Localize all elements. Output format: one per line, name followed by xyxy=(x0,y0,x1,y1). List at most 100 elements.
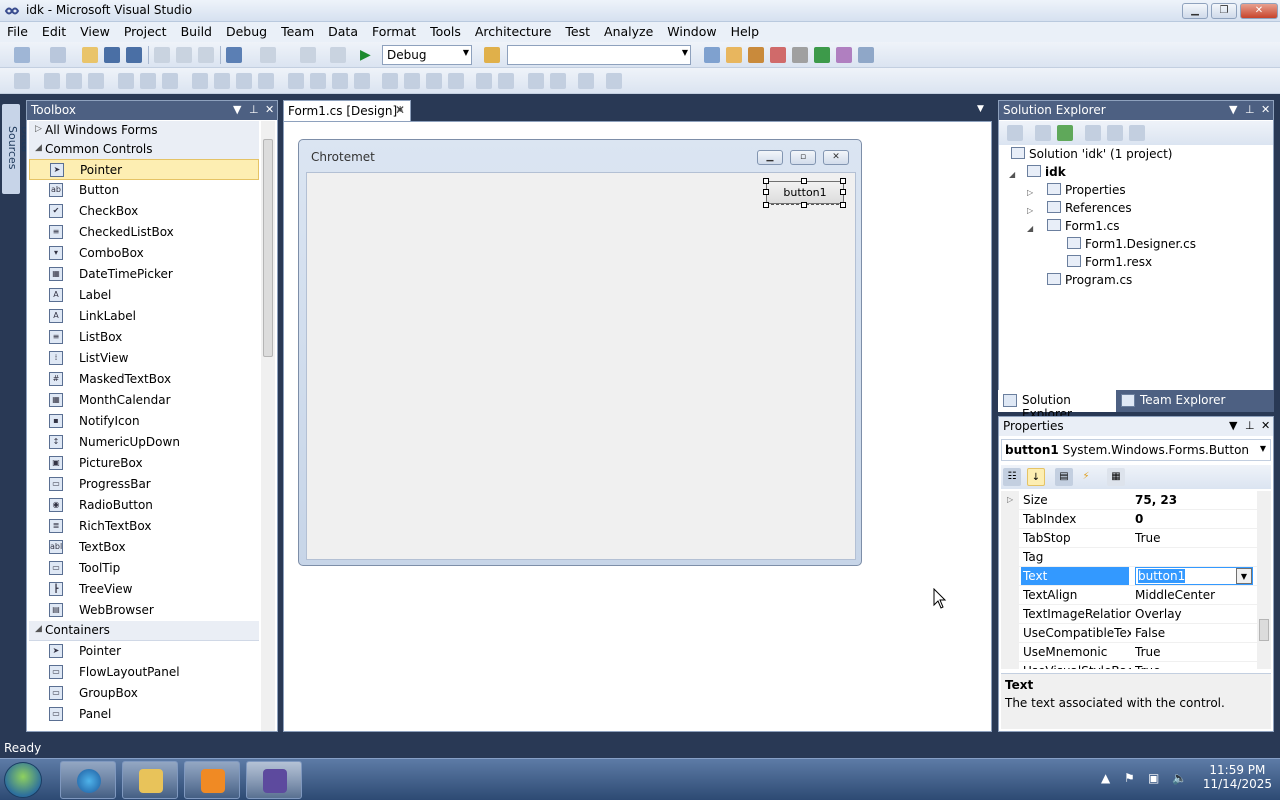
toolbox-item-maskedtextbox[interactable]: # MaskedTextBox xyxy=(29,369,259,390)
property-row-size[interactable]: ▷ Size 75, 23 xyxy=(1001,491,1257,510)
property-row-text[interactable]: Text button1 ▼ xyxy=(1001,567,1257,586)
alphabetical-icon[interactable]: ↓ xyxy=(1027,468,1045,486)
align-to-grid-icon[interactable] xyxy=(14,73,30,89)
categorized-icon[interactable]: ☷ xyxy=(1003,468,1021,486)
tree-form1-designer-cs[interactable]: Form1.Designer.cs xyxy=(1067,237,1196,251)
toolbox-item-button[interactable]: ab Button xyxy=(29,180,259,201)
toolbox-item-notifyicon[interactable]: ▪ NotifyIcon xyxy=(29,411,259,432)
menu-view[interactable]: View xyxy=(73,22,117,39)
extension-manager-icon[interactable] xyxy=(814,47,830,63)
center-vertically-icon[interactable] xyxy=(498,73,514,89)
menu-test[interactable]: Test xyxy=(558,22,597,39)
toolbox-icon[interactable] xyxy=(770,47,786,63)
taskbar-visual-studio[interactable] xyxy=(246,761,302,799)
form-client-area[interactable] xyxy=(306,172,856,560)
close-icon[interactable]: ✕ xyxy=(1261,419,1270,432)
toolbox-item-webbrowser[interactable]: ▤ WebBrowser xyxy=(29,600,259,621)
data-sources-tab[interactable]: Data Sources xyxy=(2,104,32,194)
toolbox-item-treeview[interactable]: ┣ TreeView xyxy=(29,579,259,600)
maximize-button[interactable]: ❐ xyxy=(1211,3,1237,19)
window-position-icon[interactable]: ▼ xyxy=(1229,103,1237,116)
resize-handle[interactable] xyxy=(840,202,846,208)
property-value[interactable]: MiddleCenter xyxy=(1135,588,1253,602)
window-position-icon[interactable]: ▼ xyxy=(233,103,241,116)
align-centers-icon[interactable] xyxy=(66,73,82,89)
toolbox-item-listbox[interactable]: ≡ ListBox xyxy=(29,327,259,348)
resize-handle[interactable] xyxy=(763,189,769,195)
resize-handle[interactable] xyxy=(840,178,846,184)
save-icon[interactable] xyxy=(104,47,120,63)
auto-hide-pin-icon[interactable]: ⊥ xyxy=(1245,419,1255,432)
remove-v-spacing-icon[interactable] xyxy=(448,73,464,89)
clock[interactable]: 11:59 PM 11/14/2025 xyxy=(1203,763,1272,791)
menu-team[interactable]: Team xyxy=(274,22,321,39)
toolbox-item-checkedlistbox[interactable]: ≡ CheckedListBox xyxy=(29,222,259,243)
view-code-icon[interactable] xyxy=(1085,125,1101,141)
property-value[interactable]: 75, 23 xyxy=(1135,493,1253,507)
group-common-controls[interactable]: ◢ Common Controls xyxy=(29,140,259,160)
menu-window[interactable]: Window xyxy=(660,22,723,39)
menu-file[interactable]: File xyxy=(0,22,35,39)
object-browser-icon[interactable] xyxy=(748,47,764,63)
tree-project-idk[interactable]: idk xyxy=(1027,165,1066,179)
align-lefts-icon[interactable] xyxy=(44,73,60,89)
tree-solution[interactable]: Solution 'idk' (1 project) xyxy=(1011,147,1172,161)
horizontal-spacing-icon[interactable] xyxy=(288,73,304,89)
group-containers[interactable]: ◢ Containers xyxy=(29,621,259,641)
find-in-files-icon[interactable] xyxy=(484,47,500,63)
view-designer-icon[interactable] xyxy=(1107,125,1123,141)
send-to-back-icon[interactable] xyxy=(550,73,566,89)
resize-handle[interactable] xyxy=(763,178,769,184)
toolbox-item-groupbox[interactable]: ▭ GroupBox xyxy=(29,683,259,704)
remove-h-spacing-icon[interactable] xyxy=(354,73,370,89)
make-same-size-icon[interactable] xyxy=(258,73,274,89)
toolbox-item-datetimepicker[interactable]: ▦ DateTimePicker xyxy=(29,264,259,285)
make-same-height-icon[interactable] xyxy=(236,73,252,89)
toolbox-item-progressbar[interactable]: ▭ ProgressBar xyxy=(29,474,259,495)
menu-format[interactable]: Format xyxy=(365,22,423,39)
form-button1[interactable]: button1 xyxy=(766,181,844,204)
window-position-icon[interactable]: ▼ xyxy=(1229,419,1237,432)
copy-icon[interactable] xyxy=(176,47,192,63)
property-row-textimagerelation[interactable]: TextImageRelation Overlay xyxy=(1001,605,1257,624)
property-value[interactable]: False xyxy=(1135,626,1253,640)
toolbox-item-combobox[interactable]: ▾ ComboBox xyxy=(29,243,259,264)
toolbox-item-linklabel[interactable]: A LinkLabel xyxy=(29,306,259,327)
volume-muted-icon[interactable]: 🔈 xyxy=(1172,771,1187,785)
taskbar-browser[interactable] xyxy=(60,761,116,799)
taskbar-media-player[interactable] xyxy=(184,761,240,799)
menu-architecture[interactable]: Architecture xyxy=(468,22,559,39)
toolbox-scrollbar[interactable] xyxy=(261,121,275,731)
tab-form1-design[interactable]: Form1.cs [Design]* ✕ xyxy=(283,100,411,121)
property-value[interactable]: button1 ▼ xyxy=(1135,567,1253,585)
property-pages-icon[interactable]: ▦ xyxy=(1107,468,1125,486)
property-row-tabstop[interactable]: TabStop True xyxy=(1001,529,1257,548)
tree-program-cs[interactable]: Program.cs xyxy=(1047,273,1132,287)
cut-icon[interactable] xyxy=(154,47,170,63)
property-row-usecompatibletextrendering[interactable]: UseCompatibleTextRendering False xyxy=(1001,624,1257,643)
toolbox-item-textbox[interactable]: abl TextBox xyxy=(29,537,259,558)
align-tops-icon[interactable] xyxy=(118,73,134,89)
property-value[interactable]: 0 xyxy=(1135,512,1253,526)
property-row-tag[interactable]: Tag xyxy=(1001,548,1257,567)
tools-icon[interactable] xyxy=(792,47,808,63)
center-horizontally-icon[interactable] xyxy=(476,73,492,89)
increase-h-spacing-icon[interactable] xyxy=(310,73,326,89)
redo-icon[interactable] xyxy=(260,47,276,63)
property-value[interactable]: True xyxy=(1135,645,1253,659)
command-window-icon[interactable] xyxy=(858,47,874,63)
property-value[interactable]: True xyxy=(1135,664,1253,669)
resize-handle[interactable] xyxy=(801,178,807,184)
make-same-width-icon[interactable] xyxy=(192,73,208,89)
object-selector[interactable]: button1 System.Windows.Forms.Button ▼ xyxy=(1001,439,1271,461)
action-center-flag-icon[interactable]: ⚑ xyxy=(1124,771,1135,785)
chevron-down-icon[interactable]: ▼ xyxy=(1236,568,1252,584)
group-all-windows-forms[interactable]: ▷ All Windows Forms xyxy=(29,121,259,141)
expand-arrow-icon[interactable]: ▷ xyxy=(1027,188,1033,197)
scrollbar-thumb[interactable] xyxy=(263,139,273,357)
toolbox-item-pointer[interactable]: ➤ Pointer xyxy=(29,159,259,180)
events-icon[interactable]: ⚡ xyxy=(1077,468,1095,486)
tab-team-explorer[interactable]: Team Explorer xyxy=(1116,390,1236,412)
close-tab-icon[interactable]: ✕ xyxy=(395,103,405,117)
property-row-textalign[interactable]: TextAlign MiddleCenter xyxy=(1001,586,1257,605)
